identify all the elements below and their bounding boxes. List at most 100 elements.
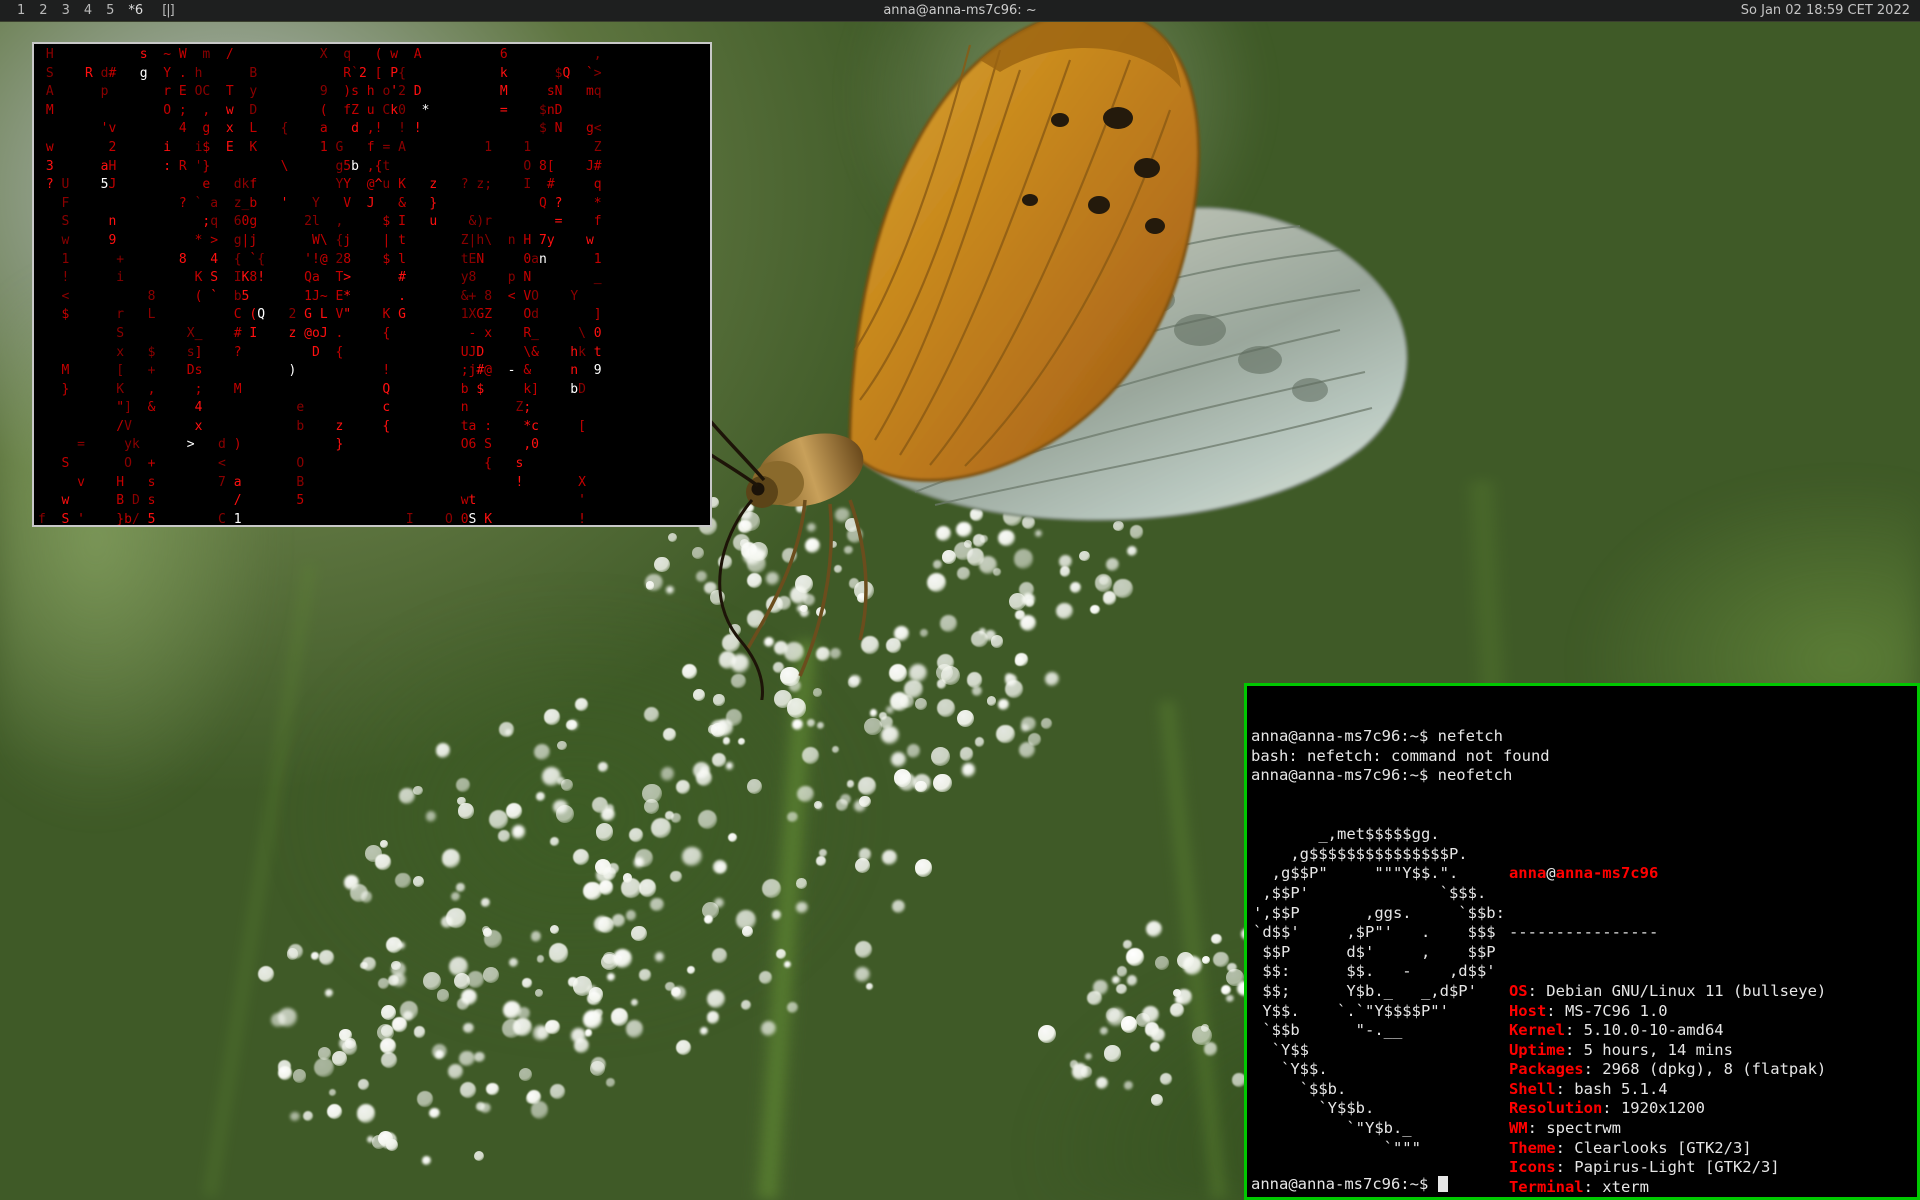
flower-floret <box>311 952 318 959</box>
neofetch-value: : MS-7C96 1.0 <box>1546 1002 1667 1020</box>
flower-floret <box>598 762 607 771</box>
flower-floret <box>1112 976 1119 983</box>
terminal-cursor <box>1438 1176 1448 1192</box>
flower-floret <box>417 1091 433 1107</box>
flower-floret <box>676 780 690 794</box>
flower-floret <box>506 803 522 819</box>
flower-floret <box>557 741 566 750</box>
neofetch-info-wm: WM: spectrwm <box>1509 1119 1826 1139</box>
flower-floret <box>642 784 661 803</box>
flower-floret <box>429 1108 440 1119</box>
flower-floret <box>381 1052 397 1068</box>
flower-floret <box>278 1066 292 1080</box>
flower-floret <box>707 1011 719 1023</box>
flower-floret <box>996 725 1014 743</box>
terminal-prompt[interactable]: anna@anna-ms7c96:~$ <box>1251 1175 1448 1193</box>
neofetch-value: : 5.10.0-10-amd64 <box>1565 1021 1724 1039</box>
flower-floret <box>650 898 664 912</box>
flower-floret <box>377 1024 394 1041</box>
cmatrix-output: H s ~ W m / X q ( w A 6 , S R d# g Y . h… <box>34 44 710 525</box>
butterfly-svg <box>700 0 1500 700</box>
flower-floret <box>388 975 399 986</box>
neofetch-info-icons: Icons: Papirus-Light [GTK2/3] <box>1509 1158 1826 1178</box>
neofetch-value: : 1920x1200 <box>1602 1099 1705 1117</box>
neofetch-info-shell: Shell: bash 5.1.4 <box>1509 1080 1826 1100</box>
flower-floret <box>512 825 526 839</box>
cmatrix-terminal-window[interactable]: H s ~ W m / X q ( w A 6 , S R d# g Y . h… <box>32 42 712 527</box>
flower-floret <box>1155 956 1169 970</box>
flower-floret <box>290 1112 299 1121</box>
flower-floret <box>762 879 781 898</box>
flower-floret <box>1211 934 1221 944</box>
flower-floret <box>1145 1022 1159 1036</box>
flower-floret <box>1151 1094 1163 1106</box>
flower-floret <box>441 916 453 928</box>
flower-floret <box>698 810 717 829</box>
flower-floret <box>712 948 727 963</box>
flower-floret <box>498 830 510 842</box>
flower-floret <box>344 875 359 890</box>
flower-floret <box>1124 1081 1133 1090</box>
flower-floret <box>381 1005 396 1020</box>
flower-floret <box>537 955 544 962</box>
flower-floret <box>1127 975 1137 985</box>
flower-floret <box>392 1017 406 1031</box>
debian-ascii-logo: _,met$$$$$gg. ,g$$$$$$$$$$$$$$$P. ,g$$P"… <box>1251 825 1505 1158</box>
flower-floret <box>458 803 473 818</box>
flower-floret <box>549 943 568 962</box>
flower-floret <box>1226 995 1233 1002</box>
neofetch-info-packages: Packages: 2968 (dpkg), 8 (flatpak) <box>1509 1060 1826 1080</box>
neofetch-key: Uptime <box>1509 1041 1565 1059</box>
xterm-terminal-window[interactable]: anna@anna-ms7c96:~$ nefetchbash: nefetch… <box>1244 683 1920 1200</box>
flower-floret <box>816 856 826 866</box>
neofetch-info-block: anna@anna-ms7c96 ---------------- OS: De… <box>1505 825 1826 1200</box>
flower-floret <box>414 1026 425 1037</box>
flower-floret <box>665 982 674 991</box>
flower-floret <box>365 845 382 862</box>
flower-floret <box>1116 984 1126 994</box>
terminal-scrollback: anna@anna-ms7c96:~$ nefetchbash: nefetch… <box>1251 727 1913 786</box>
flower-floret <box>817 722 824 729</box>
neofetch-info-theme: Theme: Clearlooks [GTK2/3] <box>1509 1139 1826 1159</box>
flower-floret <box>606 1078 615 1087</box>
flower-floret <box>711 723 725 737</box>
terminal-command-line: anna@anna-ms7c96:~$ neofetch <box>1251 766 1913 786</box>
terminal-output: anna@anna-ms7c96:~$ nefetchbash: nefetch… <box>1247 686 1917 1200</box>
flower-floret <box>442 849 461 868</box>
flower-floret <box>399 788 414 803</box>
flower-floret <box>590 1061 605 1076</box>
flower-floret <box>1019 742 1035 758</box>
flower-floret <box>544 709 559 724</box>
neofetch-value: : xterm <box>1584 1178 1649 1196</box>
flower-floret <box>594 916 610 932</box>
flower-floret <box>568 977 577 986</box>
flower-floret <box>502 1019 521 1038</box>
flower-floret <box>792 719 803 730</box>
neofetch-key: Icons <box>1509 1158 1556 1176</box>
neofetch-key: Shell <box>1509 1080 1556 1098</box>
flower-floret <box>882 850 897 865</box>
flower-floret <box>1085 1053 1092 1060</box>
flower-floret <box>1192 1026 1212 1046</box>
flower-floret <box>454 973 470 989</box>
flower-floret <box>881 726 899 744</box>
flower-floret <box>626 1020 644 1038</box>
flower-floret <box>797 786 814 803</box>
flower-floret <box>314 1058 334 1078</box>
neofetch-value: : 2968 (dpkg), 8 (flatpak) <box>1584 1060 1827 1078</box>
flower-floret <box>915 859 933 877</box>
flower-floret <box>787 1002 798 1013</box>
flower-floret <box>847 780 855 788</box>
flower-floret <box>960 747 973 760</box>
flower-floret <box>892 900 905 913</box>
flower-floret <box>526 1093 537 1104</box>
flower-floret <box>626 910 637 921</box>
flower-floret <box>1104 1045 1120 1061</box>
flower-floret <box>855 858 870 873</box>
flower-floret <box>654 557 669 572</box>
flower-floret <box>426 811 437 822</box>
neofetch-value: : spectrwm <box>1528 1119 1621 1137</box>
flower-floret <box>550 1084 565 1099</box>
flower-floret <box>1093 980 1107 994</box>
flower-floret <box>456 883 464 891</box>
